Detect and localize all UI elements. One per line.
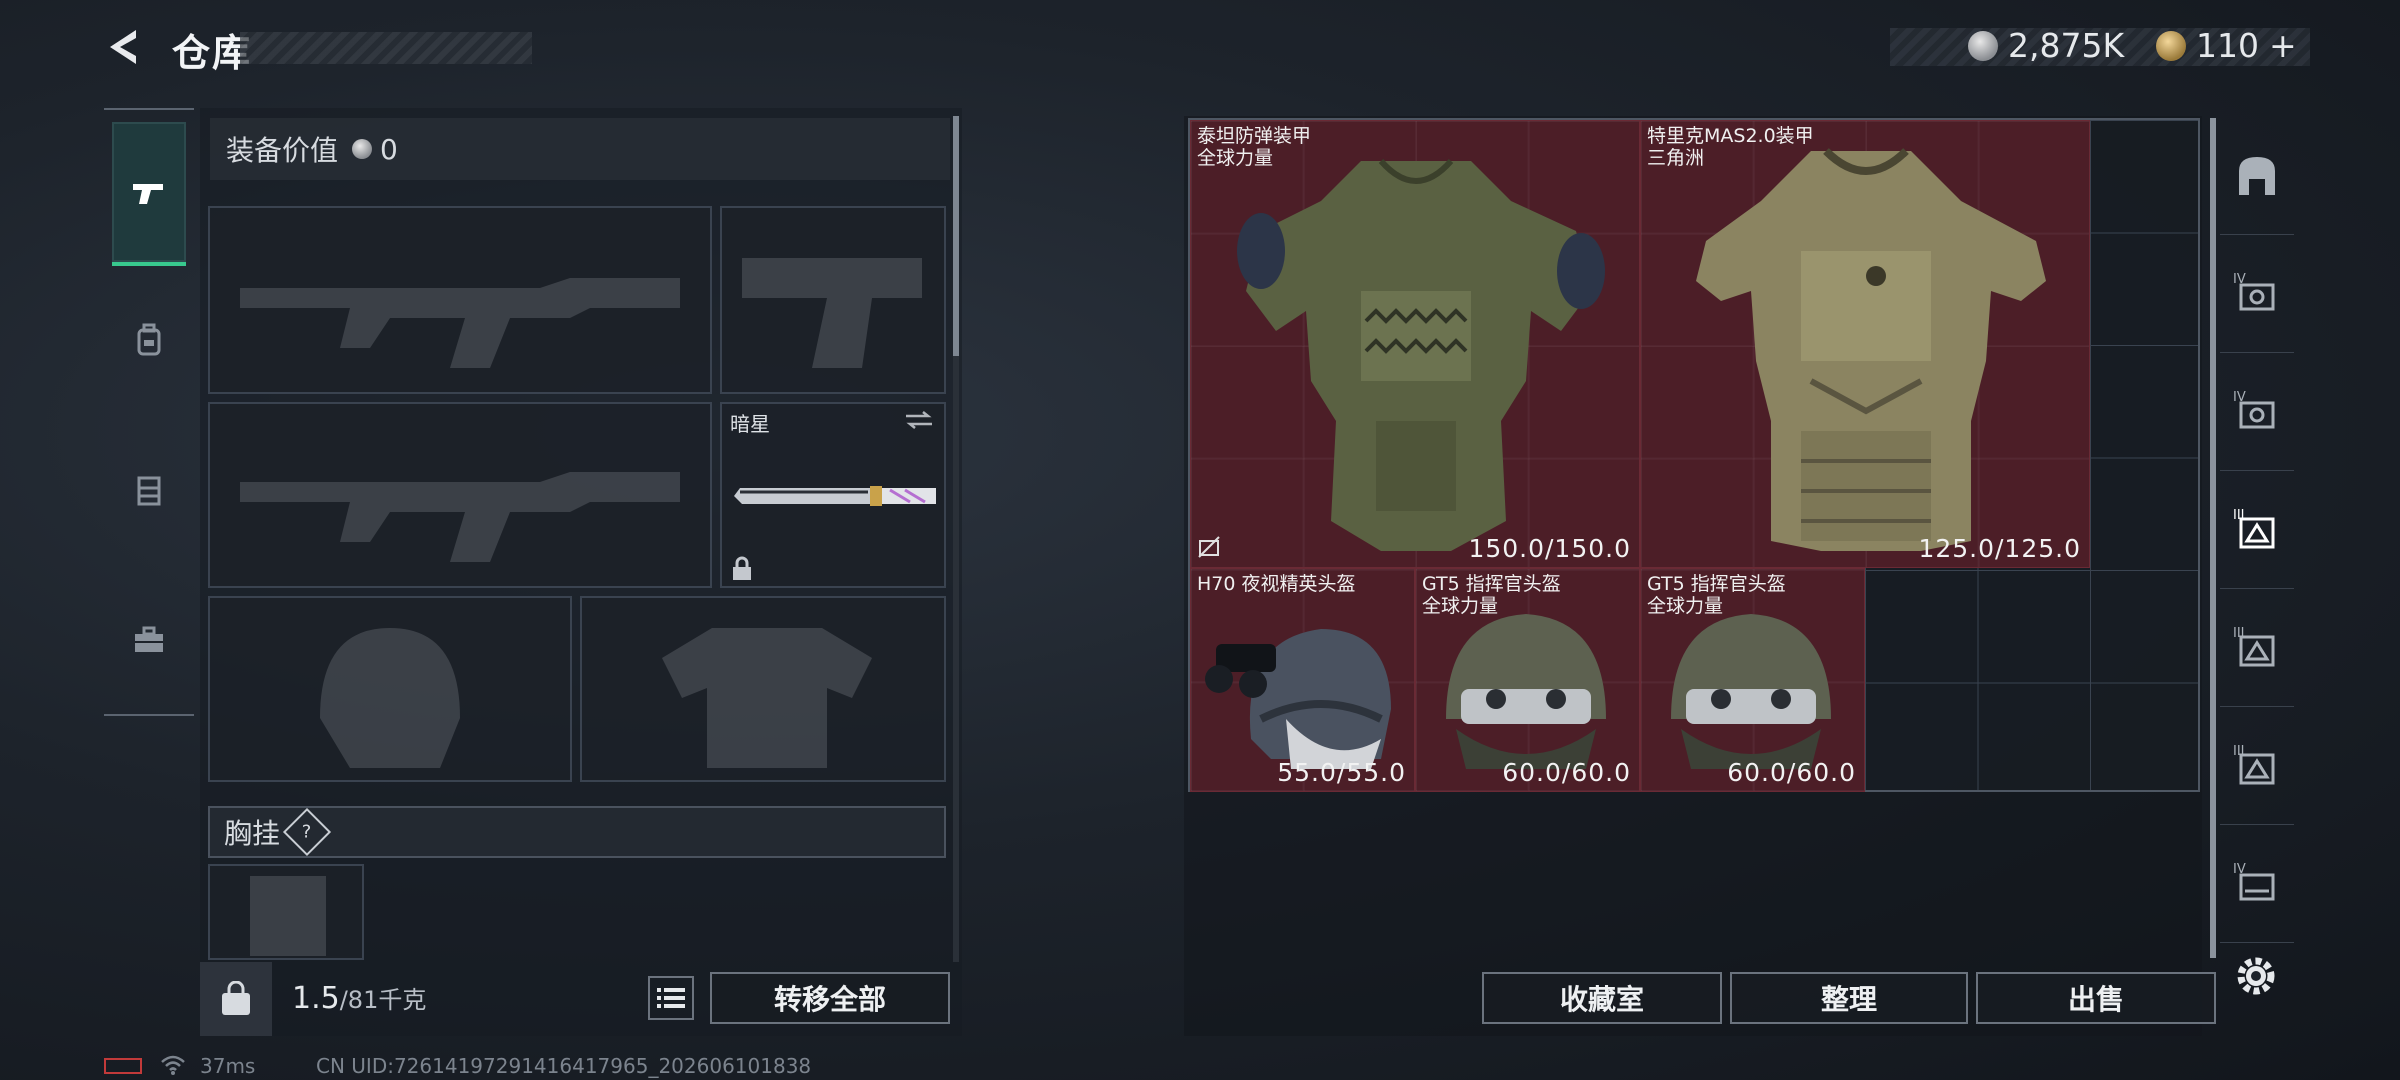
help-button[interactable]: ? xyxy=(282,807,332,857)
bag-filter-icon xyxy=(2239,157,2275,195)
no-repair-icon xyxy=(1198,536,1220,558)
filter-column: IV IV III III III IV xyxy=(2220,116,2294,943)
back-arrow-icon xyxy=(110,30,136,64)
item-armor-titan[interactable]: 泰坦防弹装甲 全球力量 150.0/150.0 xyxy=(1190,120,1640,568)
battery-icon xyxy=(104,1058,142,1074)
silver-coin-icon xyxy=(1968,30,1998,61)
helmet-silhouette-icon xyxy=(320,628,460,768)
toolbox-icon xyxy=(135,626,163,652)
backpack-icon xyxy=(137,323,161,356)
uid-text: CN UID:72614197291416417965_202606101838 xyxy=(316,1054,812,1078)
silver-currency: 2,875K xyxy=(1968,26,2124,65)
collection-room-button[interactable]: 收藏室 xyxy=(1482,972,1722,1024)
knife-art xyxy=(734,486,936,506)
item-durability: 150.0/150.0 xyxy=(1468,534,1631,563)
chest-rig-slot[interactable] xyxy=(208,864,364,960)
wifi-icon xyxy=(161,1055,185,1075)
swap-icon[interactable] xyxy=(904,410,934,430)
armor-vest-art xyxy=(1696,148,2046,551)
item-helmet-gt5-2[interactable]: GT5 指挥官头盔 全球力量 60.0/60.0 xyxy=(1640,568,1865,792)
filter-helmet-iii-2[interactable]: III xyxy=(2220,706,2294,825)
list-icon xyxy=(657,988,685,1008)
equipment-value-label: 装备价值 xyxy=(226,134,339,167)
helmet-iii-icon: III xyxy=(2233,626,2275,667)
armor-iv-icon: IV xyxy=(2233,390,2275,429)
armor-slot[interactable] xyxy=(580,596,946,782)
list-view-button[interactable] xyxy=(648,976,694,1020)
weight-lock-button[interactable] xyxy=(200,962,272,1036)
item-durability: 60.0/60.0 xyxy=(1727,758,1856,787)
gold-currency[interactable]: 110 + xyxy=(2156,26,2297,65)
svg-text:III: III xyxy=(2233,508,2245,523)
gold-amount: 110 xyxy=(2196,26,2259,65)
item-durability: 55.0/55.0 xyxy=(1277,758,1406,787)
sidearm-slot[interactable] xyxy=(720,206,946,394)
item-durability: 60.0/60.0 xyxy=(1502,758,1631,787)
left-scrollbar-thumb[interactable] xyxy=(953,116,959,356)
item-durability: 125.0/125.0 xyxy=(1918,534,2081,563)
chest-rig-header: 胸挂 ? xyxy=(208,806,946,858)
armor-iv-icon: IV xyxy=(2233,272,2275,311)
equipment-value: 装备价值 0 xyxy=(210,118,950,180)
gold-add[interactable]: + xyxy=(2269,26,2297,65)
filter-armor-iv[interactable]: IV xyxy=(2220,234,2294,353)
tab-toolbox[interactable] xyxy=(112,570,186,710)
item-helmet-gt5-1[interactable]: GT5 指挥官头盔 全球力量 60.0/60.0 xyxy=(1415,568,1640,792)
item-armor-mas2[interactable]: 特里克MAS2.0装甲 三角洲 125.0/125.0 xyxy=(1640,120,2090,568)
chest-rig-icon xyxy=(137,476,161,506)
rifle-silhouette-icon xyxy=(240,278,680,368)
right-scrollbar[interactable] xyxy=(2210,118,2216,958)
weight-max: /81千克 xyxy=(339,986,427,1014)
carry-weight: 1.5/81千克 xyxy=(292,980,426,1016)
settings-gear-icon[interactable] xyxy=(2230,950,2282,1002)
silver-coin-icon xyxy=(352,139,373,159)
armor-iii-active-icon: III xyxy=(2233,508,2275,549)
helmet-slot[interactable] xyxy=(208,596,572,782)
weight-icon xyxy=(222,981,250,1015)
item-helmet-h70[interactable]: H70 夜视精英头盔 55.0/55.0 xyxy=(1190,568,1415,792)
primary-weapon-slot[interactable] xyxy=(208,206,712,394)
armor-vest-art xyxy=(1237,158,1605,551)
help-icon: ? xyxy=(302,821,312,843)
chest-rig-silhouette-icon xyxy=(250,876,326,956)
gold-coin-icon xyxy=(2156,30,2186,61)
transfer-all-button[interactable]: 转移全部 xyxy=(710,972,950,1024)
ping-text: 37ms xyxy=(200,1054,256,1078)
armor-iv-icon: IV xyxy=(2233,862,2275,901)
secondary-weapon-slot[interactable] xyxy=(208,402,712,588)
chest-rig-label: 胸挂 xyxy=(224,817,281,850)
svg-text:III: III xyxy=(2233,744,2245,759)
melee-slot[interactable]: 暗星 xyxy=(720,402,946,588)
pistol-icon xyxy=(133,184,163,204)
title-decoration xyxy=(240,32,532,64)
filter-helmet-iii[interactable]: III xyxy=(2220,588,2294,707)
lock-icon xyxy=(733,556,751,580)
svg-text:III: III xyxy=(2233,626,2245,641)
tab-chest-rig[interactable] xyxy=(112,420,186,560)
tab-weapons[interactable] xyxy=(112,122,186,266)
sell-button[interactable]: 出售 xyxy=(1976,972,2216,1024)
filter-bag[interactable] xyxy=(2220,116,2294,235)
equipment-value-amount: 0 xyxy=(380,132,398,166)
filter-armor-iii-active[interactable]: III xyxy=(2220,470,2294,589)
category-tabs xyxy=(104,108,194,716)
tab-backpack[interactable] xyxy=(112,270,186,410)
filter-armor-iv-2[interactable]: IV xyxy=(2220,352,2294,471)
rifle-silhouette-icon xyxy=(240,472,680,562)
pistol-silhouette-icon xyxy=(742,258,922,368)
filter-armor-iv-3[interactable]: IV xyxy=(2220,824,2294,943)
helmet-iii-icon: III xyxy=(2233,744,2275,785)
silver-amount: 2,875K xyxy=(2008,26,2125,65)
back-button[interactable] xyxy=(102,26,144,68)
organize-button[interactable]: 整理 xyxy=(1730,972,1968,1024)
melee-name: 暗星 xyxy=(730,412,770,436)
weight-current: 1.5 xyxy=(292,981,340,1016)
armor-silhouette-icon xyxy=(662,628,872,768)
